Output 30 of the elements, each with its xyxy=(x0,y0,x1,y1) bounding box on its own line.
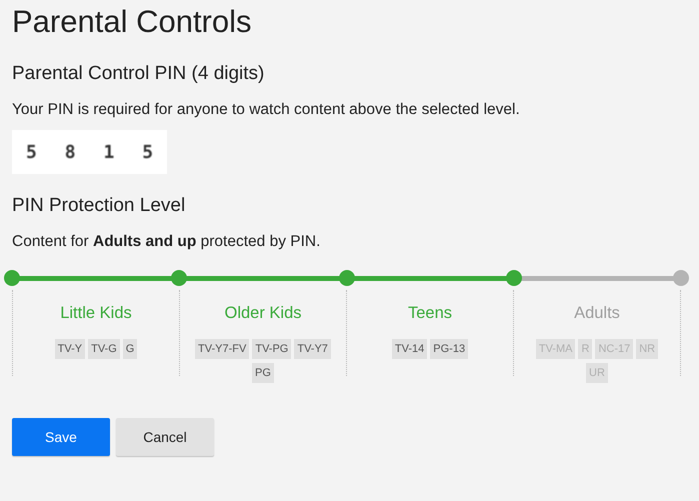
level-name: Little Kids xyxy=(60,304,132,323)
rating-tag: TV-G xyxy=(88,339,120,359)
rating-tag: PG xyxy=(252,363,274,383)
slider-handle[interactable] xyxy=(171,270,188,286)
pin-field[interactable]: 5 8 1 5 xyxy=(12,130,167,174)
slider-handle[interactable] xyxy=(338,270,354,286)
slider-handle[interactable] xyxy=(506,270,522,286)
rating-tag: TV-Y7-FV xyxy=(195,339,250,359)
pin-digit: 5 xyxy=(26,142,37,162)
pin-digit: 5 xyxy=(142,142,154,162)
slider-handle[interactable] xyxy=(673,270,689,286)
save-button[interactable]: Save xyxy=(12,418,110,456)
rating-tag: TV-Y7 xyxy=(294,339,331,359)
rating-tag: TV-PG xyxy=(252,339,292,359)
pin-digit: 8 xyxy=(64,142,76,162)
slider-handle[interactable] xyxy=(4,270,20,286)
cancel-button[interactable]: Cancel xyxy=(116,418,214,456)
description-text: Your PIN is required for anyone to watch content above the selected level. xyxy=(12,100,521,120)
rating-tag: PG-13 xyxy=(430,339,468,359)
level-name: Older Kids xyxy=(224,304,302,323)
section-heading: PIN Protection Level xyxy=(12,194,186,218)
page-title: Parental Controls xyxy=(12,3,253,41)
rating-tag: TV-14 xyxy=(392,339,428,359)
rating-tag: G xyxy=(122,339,138,359)
summary-text: Content for Adults and up protected by PIN. xyxy=(12,232,322,252)
pin-digit: 1 xyxy=(103,142,114,162)
level-name: Teens xyxy=(408,304,452,323)
rating-tag: TV-Y xyxy=(54,339,86,359)
section-heading: Parental Control PIN (4 digits) xyxy=(12,62,266,86)
level-name: Adults xyxy=(574,304,620,323)
